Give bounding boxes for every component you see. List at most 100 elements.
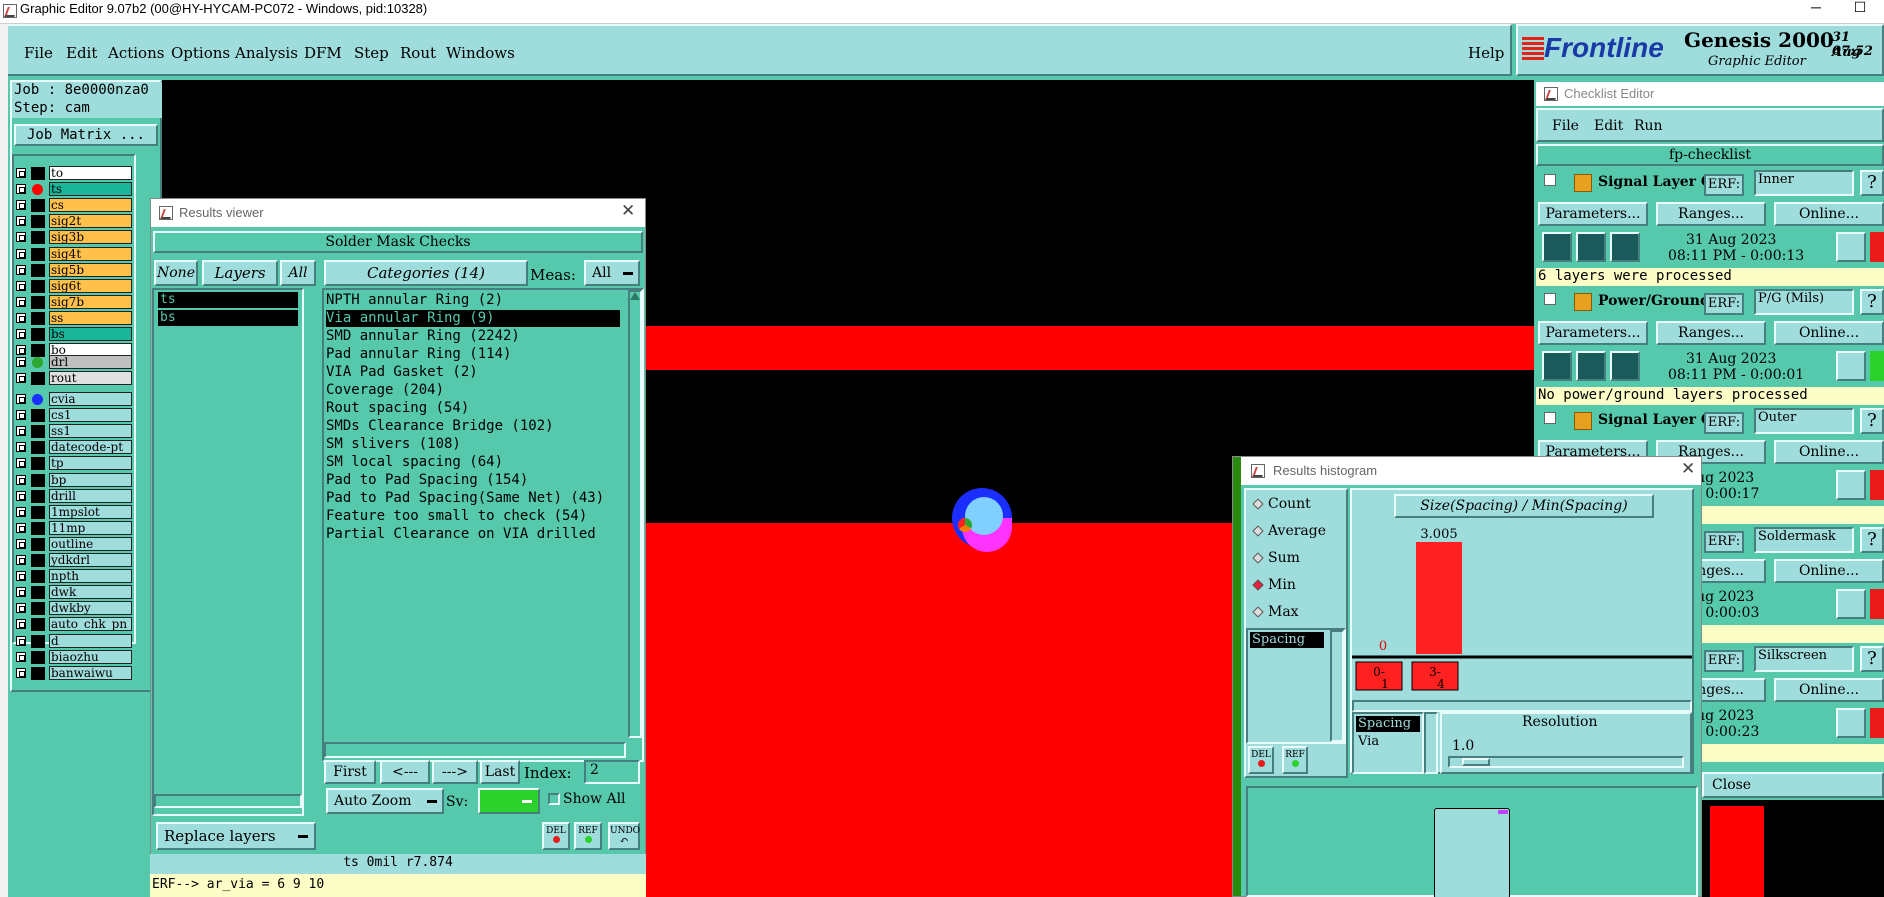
check-enable-checkbox[interactable] [1544,293,1556,305]
last-button[interactable]: Last [480,760,520,784]
layer-row[interactable]: sig4t [16,246,134,262]
layer-row[interactable]: dwkby [16,601,134,616]
erf-value[interactable]: Soldermask [1754,527,1854,553]
erf-value[interactable]: Outer [1754,408,1854,434]
layer-checkbox[interactable] [16,635,26,646]
layer-checkbox[interactable] [16,651,26,662]
auto-zoom-select[interactable]: Auto Zoom [326,788,444,814]
layer-checkbox[interactable] [16,538,26,549]
ranges-button[interactable]: Ranges... [1656,321,1766,345]
category-item[interactable]: Pad to Pad Spacing (154) [326,472,528,489]
zoom-icon[interactable] [1836,232,1866,262]
layer-checkbox[interactable] [16,426,26,437]
index-input[interactable]: 2 [584,760,640,784]
layer-row[interactable]: sig6t [16,278,134,294]
menu-dfm[interactable]: DFM [304,44,342,62]
layer-checkbox[interactable] [16,329,26,339]
online-button[interactable]: Online... [1774,321,1884,345]
layer-row[interactable]: rout [16,371,134,386]
layer-row[interactable]: ss1 [16,424,134,439]
show-all-checkbox[interactable] [548,793,560,805]
ranges-button[interactable]: Ranges... [1656,202,1766,226]
zoom-icon[interactable] [1836,351,1866,381]
category-item[interactable]: VIA Pad Gasket (2) [326,364,478,381]
layer-checkbox[interactable] [16,442,26,453]
online-button[interactable]: Online... [1774,559,1884,583]
minimize-button[interactable]: ─ [1796,0,1836,16]
layer-checkbox[interactable] [16,345,26,356]
layer-row[interactable]: biaozhu [16,649,134,665]
layer-checkbox[interactable] [16,184,26,195]
delete-button[interactable]: DEL [542,822,570,850]
menu-file[interactable]: File [24,44,53,62]
meas-select[interactable]: All [584,260,640,286]
category-item[interactable]: NPTH annular Ring (2) [326,292,503,309]
result-layer-item[interactable]: bs [158,310,298,326]
help-question-icon[interactable]: ? [1860,527,1884,553]
parameters-button[interactable]: Parameters... [1538,321,1648,345]
category-item[interactable]: Feature too small to check (54) [326,508,587,525]
layer-checkbox[interactable] [16,357,26,367]
online-button[interactable]: Online... [1774,440,1884,464]
layer-row[interactable]: auto_chk_pn [16,617,134,632]
checklist-menu-file[interactable]: File [1552,118,1579,134]
filter-scrollbar[interactable] [1424,712,1438,774]
run-check-icon[interactable] [1542,351,1572,381]
layer-row[interactable]: 1mpslot [16,504,134,520]
stop-icon[interactable] [1610,351,1640,381]
layer-row[interactable]: bs [16,327,134,342]
online-button[interactable]: Online... [1774,202,1884,226]
layer-row[interactable]: ts [16,182,134,197]
first-button[interactable]: First [324,760,376,784]
menu-windows[interactable]: Windows [446,44,515,62]
layer-row[interactable]: ydkdrl [16,553,134,568]
resolution-slider-thumb[interactable] [1462,758,1490,766]
layers-toggle-button[interactable]: Layers [202,260,278,286]
refresh-button[interactable]: REF [574,822,602,850]
histogram-list-scrollbar[interactable] [1330,630,1344,742]
menu-analysis[interactable]: Analysis [235,44,298,62]
categories-header[interactable]: Categories (14) [324,260,528,286]
layer-row[interactable]: sig7b [16,294,134,310]
layer-checkbox[interactable] [16,603,26,614]
resolution-slider[interactable] [1448,756,1684,768]
sv-color-select[interactable] [478,788,540,814]
layer-row[interactable]: cs [16,198,134,213]
checklist-close-button[interactable]: Close [1702,772,1884,798]
undo-button[interactable]: UNDO ↶ [608,822,640,850]
category-item[interactable]: Via annular Ring (9) [326,310,620,327]
erf-value[interactable]: Silkscreen [1754,646,1854,672]
layer-checkbox[interactable] [16,312,26,323]
menu-help[interactable]: Help [1468,44,1504,62]
layer-checkbox[interactable] [16,296,26,307]
layer-row[interactable]: sig5b [16,262,134,278]
layer-row[interactable]: dwk [16,585,134,600]
layer-checkbox[interactable] [16,587,26,598]
filter-item[interactable]: Spacing [1356,716,1420,732]
filter-item[interactable]: Via [1356,734,1420,750]
zoom-icon[interactable] [1836,708,1866,738]
category-item[interactable]: Pad annular Ring (114) [326,346,511,363]
layer-row[interactable]: tp [16,456,134,471]
layer-checkbox[interactable] [16,555,26,565]
layer-checkbox[interactable] [16,216,26,227]
layer-checkbox[interactable] [16,619,26,630]
layer-row[interactable]: datecode-pt [16,440,134,455]
checklist-menu-edit[interactable]: Edit [1594,118,1623,134]
layer-row[interactable]: cvia [16,392,134,407]
stop-icon[interactable] [1610,232,1640,262]
check-enable-checkbox[interactable] [1544,174,1556,186]
layer-row[interactable]: bp [16,472,134,488]
category-item[interactable]: Pad to Pad Spacing(Same Net) (43) [326,490,604,507]
zoom-icon[interactable] [1836,470,1866,500]
category-item[interactable]: SMDs Clearance Bridge (102) [326,418,554,435]
erf-value[interactable]: P/G (Mils) [1754,289,1854,315]
layer-checkbox[interactable] [16,232,26,243]
layer-row[interactable]: d [16,633,134,649]
menu-rout[interactable]: Rout [400,44,436,62]
layer-row[interactable]: sig2t [16,214,134,229]
categories-hscrollbar[interactable] [324,742,626,758]
layers-none-button[interactable]: None [154,260,198,286]
replace-layers-select[interactable]: Replace layers [156,822,316,850]
help-question-icon[interactable]: ? [1860,646,1884,672]
